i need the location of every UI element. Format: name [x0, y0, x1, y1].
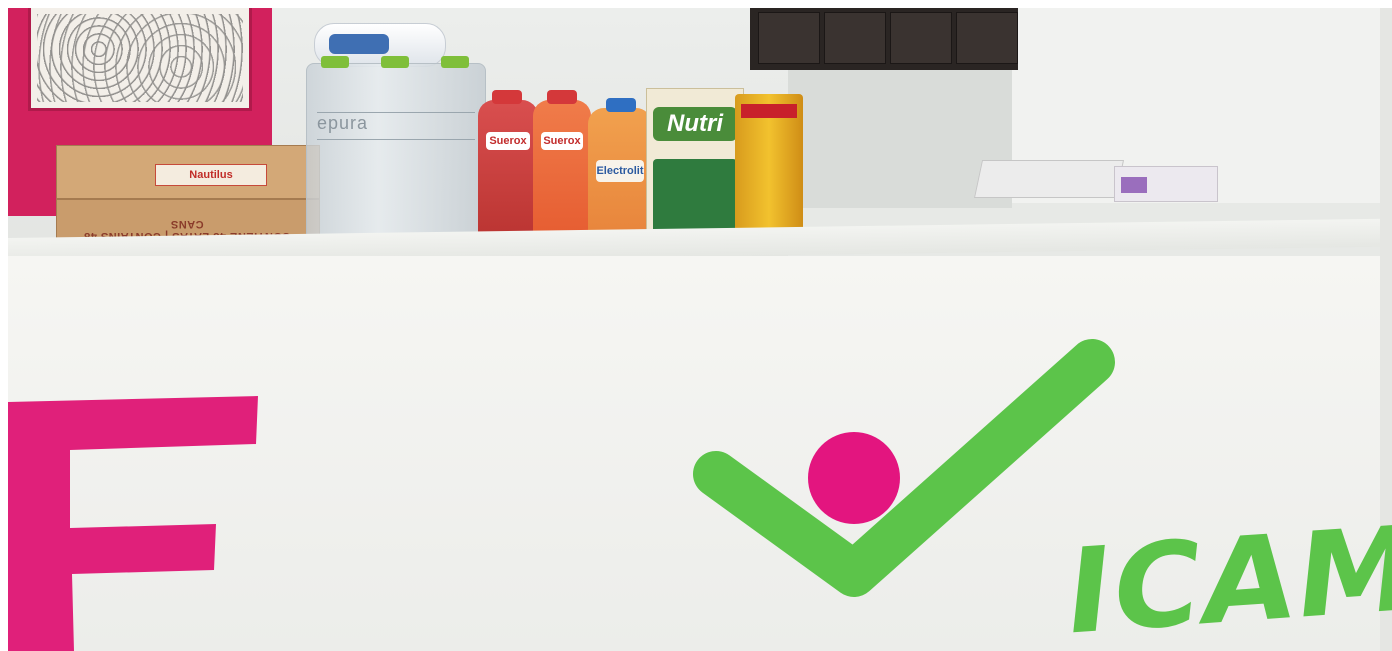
photo: Nautilus CONTIENE 48 LATAS | CONTAINS 48…: [8, 8, 1392, 651]
bottle-brand-label: Suerox: [486, 132, 530, 150]
carton-brand-label: Nutri: [653, 107, 737, 141]
box-brand-label: Nautilus: [155, 164, 267, 186]
bottle-brand-label: Suerox: [541, 132, 583, 150]
letter-f-text: F: [8, 388, 9, 389]
letter-f-shape: [8, 396, 258, 651]
bottle-brand-label: Electrolit: [596, 160, 644, 182]
pink-dot: [808, 432, 900, 524]
box-stripe: [1121, 177, 1147, 193]
bottle-cap: [321, 56, 349, 68]
bottle-cap: [492, 90, 522, 104]
pink-letter-f: F: [8, 388, 258, 651]
drawing-lines: [37, 14, 243, 102]
electrolyte-bottle-red: Suerox: [478, 90, 538, 250]
bottle-cap: [381, 56, 409, 68]
medicine-box: [1114, 166, 1218, 202]
formula-can: [735, 94, 803, 240]
cartoon-drawing: [28, 8, 252, 111]
cabinet-door: [758, 12, 820, 64]
carton-illustration: [653, 159, 737, 237]
cabinet-door: [956, 12, 1018, 64]
bottle-cap: [547, 90, 577, 104]
bottle-cap: [441, 56, 469, 68]
bottle-cap: [606, 98, 636, 112]
water-brand-label: epura: [317, 112, 475, 140]
cabinet-door: [890, 12, 952, 64]
electrolyte-bottle-amber: Electrolit: [588, 98, 652, 248]
roll-wrapper: [329, 34, 389, 54]
icam-logo-text: ICAM: [1059, 499, 1392, 651]
wall-cabinet: [750, 8, 1018, 70]
milk-carton: Nutri: [646, 88, 744, 245]
icam-logo-mark: [693, 339, 1115, 597]
water-bottle-pack: epura: [306, 56, 486, 255]
paper-stack: [973, 160, 1125, 198]
can-label: [741, 104, 797, 118]
cabinet-door: [824, 12, 886, 64]
electrolyte-bottle-orange: Suerox: [533, 90, 591, 250]
green-checkmark: [693, 339, 1115, 597]
